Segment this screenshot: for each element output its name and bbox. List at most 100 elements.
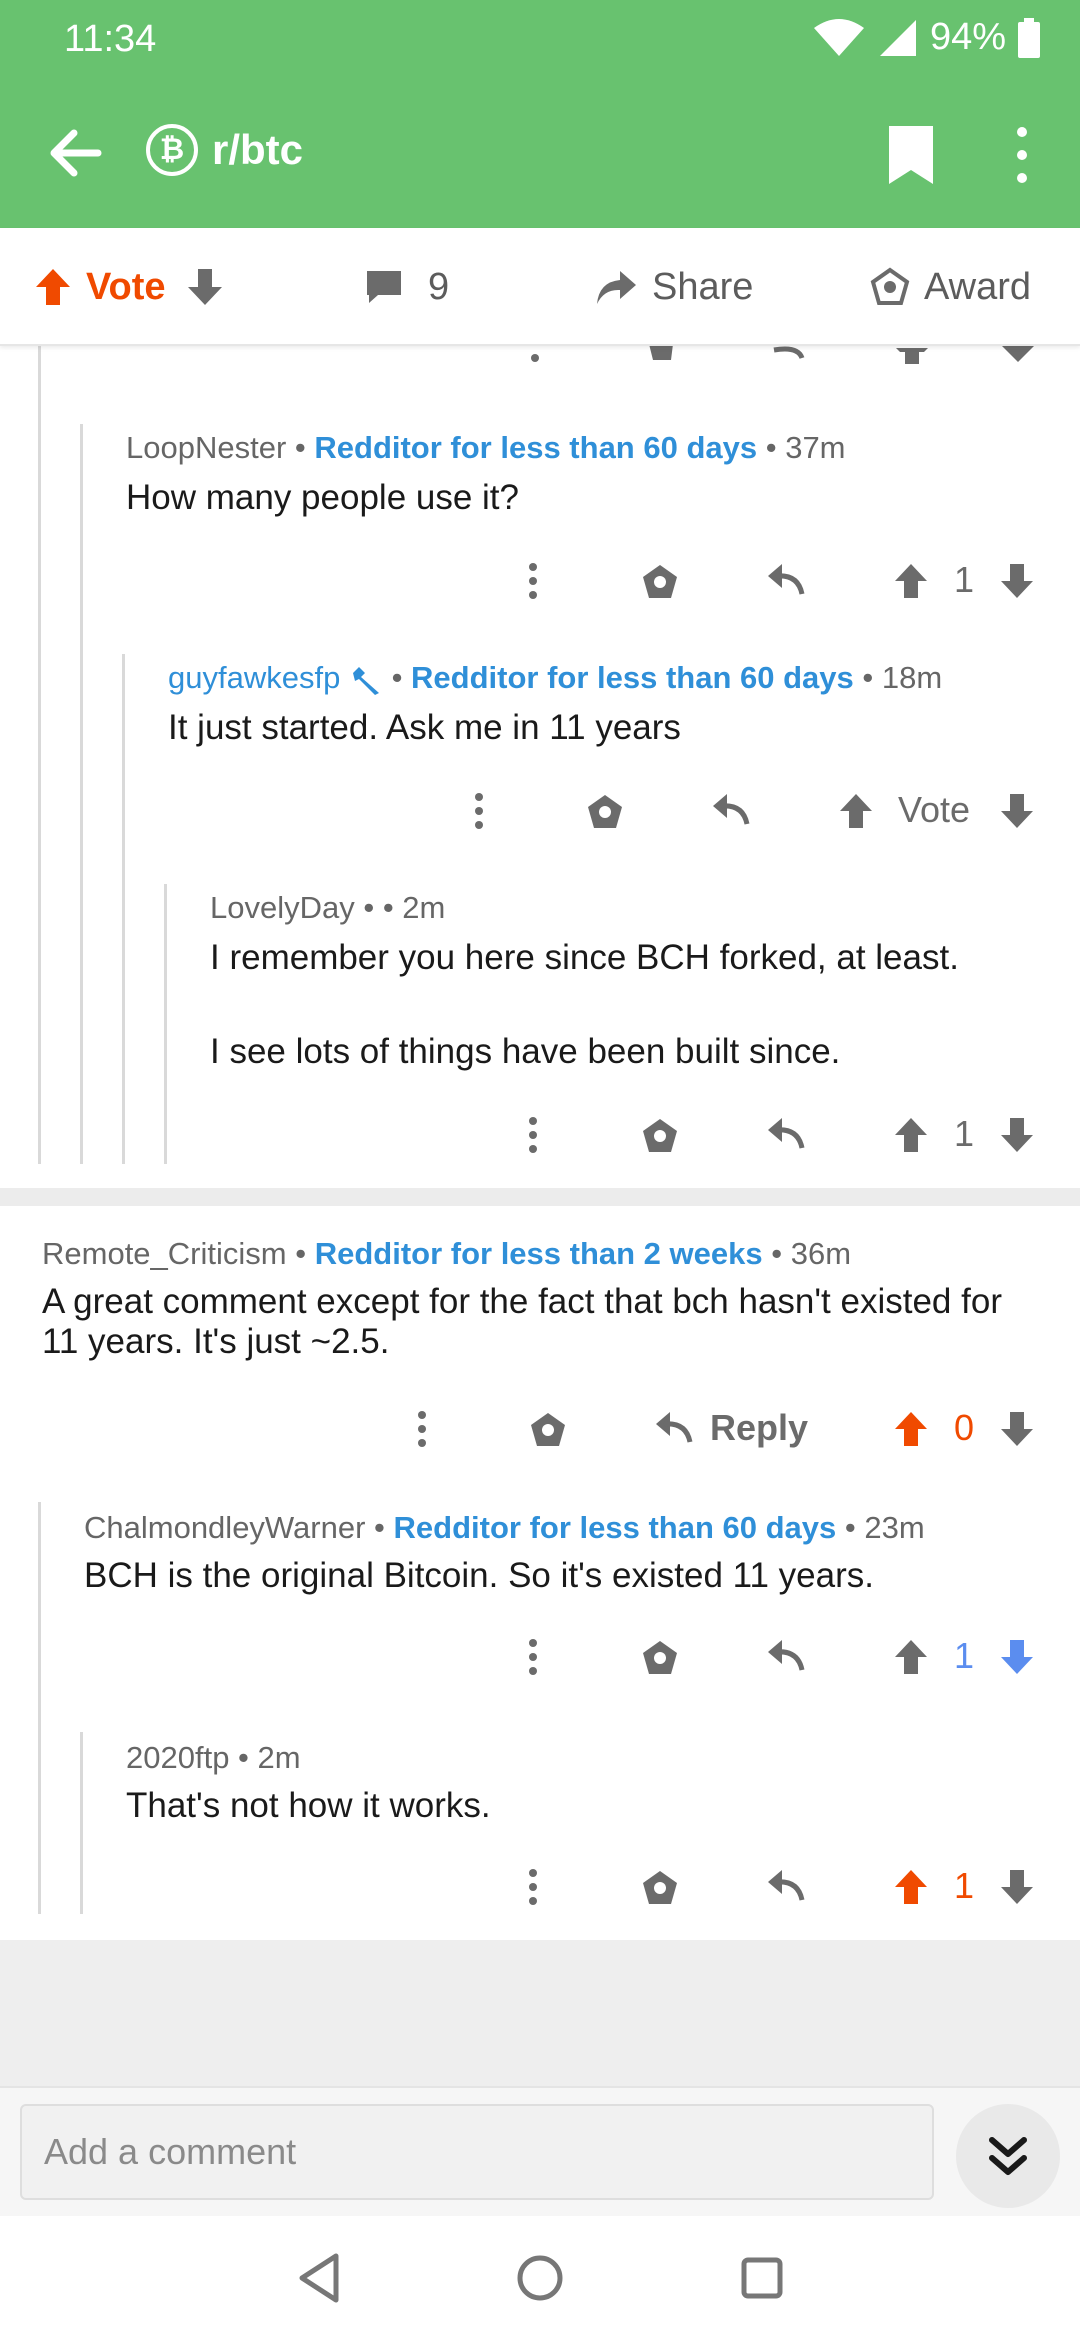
comment-age: 36m (790, 1236, 852, 1271)
comment-composer: Add a comment (0, 2086, 1080, 2216)
upvote-icon[interactable] (893, 1410, 929, 1448)
reply-icon[interactable] (711, 792, 751, 828)
comment-meta: guyfawkesfp • Redditor for less than 60 … (168, 660, 943, 695)
comment-actions: 1 (0, 1104, 1080, 1164)
award-icon[interactable] (528, 1410, 568, 1450)
upvote-icon[interactable] (838, 792, 874, 830)
user-flair: Redditor for less than 60 days (314, 430, 758, 465)
comment-body: It just started. Ask me in 11 years (168, 708, 681, 747)
comment-body: BCH is the original Bitcoin. So it's exi… (84, 1556, 874, 1595)
reply-icon[interactable] (766, 1638, 806, 1674)
status-time: 11:34 (64, 18, 157, 60)
system-nav-bar (0, 2216, 1080, 2340)
downvote-icon[interactable] (186, 267, 224, 307)
thread-line (122, 654, 125, 1164)
add-comment-input[interactable]: Add a comment (20, 2104, 934, 2200)
downvote-icon[interactable] (999, 1410, 1035, 1448)
more-vert-icon[interactable] (526, 1638, 540, 1676)
cell-signal-icon (879, 19, 916, 56)
downvote-icon[interactable] (999, 1638, 1035, 1676)
upvote-icon[interactable] (893, 1116, 929, 1154)
upvote-icon[interactable] (893, 1638, 929, 1676)
subreddit-title[interactable]: r/btc (212, 126, 303, 174)
comment-author[interactable]: Remote_Criticism (42, 1236, 287, 1271)
comment-actions: Vote (0, 780, 1080, 840)
double-chevron-down-icon (989, 2137, 1027, 2175)
comment-author[interactable]: 2020ftp (126, 1740, 229, 1775)
comment-actions: 1 (0, 1626, 1080, 1686)
comment-actions: Reply 0 (0, 1398, 1080, 1458)
comment-body: That's not how it works. (126, 1786, 491, 1825)
comment-score: 1 (954, 1865, 975, 1906)
more-vert-icon[interactable] (415, 1410, 429, 1448)
award-icon[interactable] (640, 1116, 680, 1156)
downvote-icon[interactable] (999, 562, 1035, 600)
comment-age: 2m (257, 1740, 301, 1775)
comment-count: 9 (428, 265, 450, 308)
thread-separator (0, 1188, 1080, 1206)
comment-score: 1 (954, 1113, 975, 1154)
award-icon[interactable] (640, 1868, 680, 1908)
comment-score: 1 (954, 559, 975, 600)
comment-author[interactable]: ChalmondleyWarner (84, 1510, 365, 1545)
comment-author[interactable]: guyfawkesfp (168, 660, 340, 695)
next-comment-button[interactable] (956, 2104, 1060, 2208)
comment-age: 23m (864, 1510, 925, 1545)
reply-button[interactable]: Reply (654, 1398, 808, 1458)
upvote-icon[interactable] (34, 267, 72, 307)
comment-meta: 2020ftp • 2m (126, 1740, 301, 1775)
more-vert-icon[interactable] (526, 562, 540, 600)
award-button[interactable]: Award (870, 228, 1031, 346)
recents-nav-icon[interactable] (732, 2248, 792, 2308)
share-button[interactable]: Share (594, 228, 753, 346)
post-vote-label: Vote (86, 265, 166, 308)
comment-body-paragraph: I see lots of things have been built sin… (210, 1032, 841, 1071)
comment-body: A great comment except for the fact that… (42, 1282, 1002, 1361)
back-nav-icon[interactable] (290, 2248, 350, 2308)
bookmark-icon[interactable] (885, 124, 937, 186)
comment-age: 18m (881, 660, 943, 695)
thread-line (38, 346, 41, 1164)
battery-level: 94% (929, 16, 1006, 58)
thread-line (38, 1502, 41, 1914)
more-vert-icon[interactable] (526, 1116, 540, 1154)
comment-meta: Remote_Criticism • Redditor for less tha… (42, 1236, 852, 1271)
share-icon (597, 271, 636, 304)
comment-icon (367, 271, 401, 303)
post-vote: Vote (34, 228, 224, 346)
award-icon[interactable] (640, 562, 680, 602)
comment-actions: 1 (0, 550, 1080, 610)
comment-body: How many people use it? (126, 478, 519, 517)
upvote-icon[interactable] (893, 562, 929, 600)
comments-button[interactable]: 9 (364, 228, 449, 346)
award-icon[interactable] (640, 1638, 680, 1678)
more-vert-icon[interactable] (526, 1868, 540, 1906)
comment-author[interactable]: LovelyDay (210, 890, 355, 925)
share-label: Share (652, 265, 754, 308)
comment-thread: LoopNester • Redditor for less than 60 d… (0, 342, 1080, 2086)
award-icon[interactable] (585, 792, 625, 832)
user-flair: Redditor for less than 60 days (411, 660, 854, 695)
award-icon (870, 267, 910, 305)
status-icons: 94% (812, 16, 1040, 59)
toolbar: ₿ r/btc (0, 100, 1080, 210)
app-header: 11:34 94% ₿ r/btc (0, 0, 1080, 228)
comment-age: 37m (785, 430, 846, 465)
reply-icon[interactable] (766, 1868, 806, 1904)
wifi-icon (813, 18, 864, 56)
downvote-icon[interactable] (999, 792, 1035, 830)
comment-meta: LovelyDay • • 2m (210, 890, 446, 925)
home-nav-icon[interactable] (510, 2248, 570, 2308)
comment-vote-label: Vote (898, 789, 971, 830)
downvote-icon[interactable] (999, 1868, 1035, 1906)
comment-author[interactable]: LoopNester (126, 430, 286, 465)
more-vert-icon[interactable] (472, 792, 486, 830)
reply-icon[interactable] (766, 1116, 806, 1152)
upvote-icon[interactable] (893, 1868, 929, 1906)
downvote-icon[interactable] (999, 1116, 1035, 1154)
reply-icon[interactable] (766, 562, 806, 598)
more-vert-icon[interactable] (1006, 124, 1038, 186)
battery-icon (1018, 17, 1040, 58)
status-bar: 11:34 94% (0, 0, 1080, 80)
back-arrow-icon[interactable] (40, 118, 110, 188)
